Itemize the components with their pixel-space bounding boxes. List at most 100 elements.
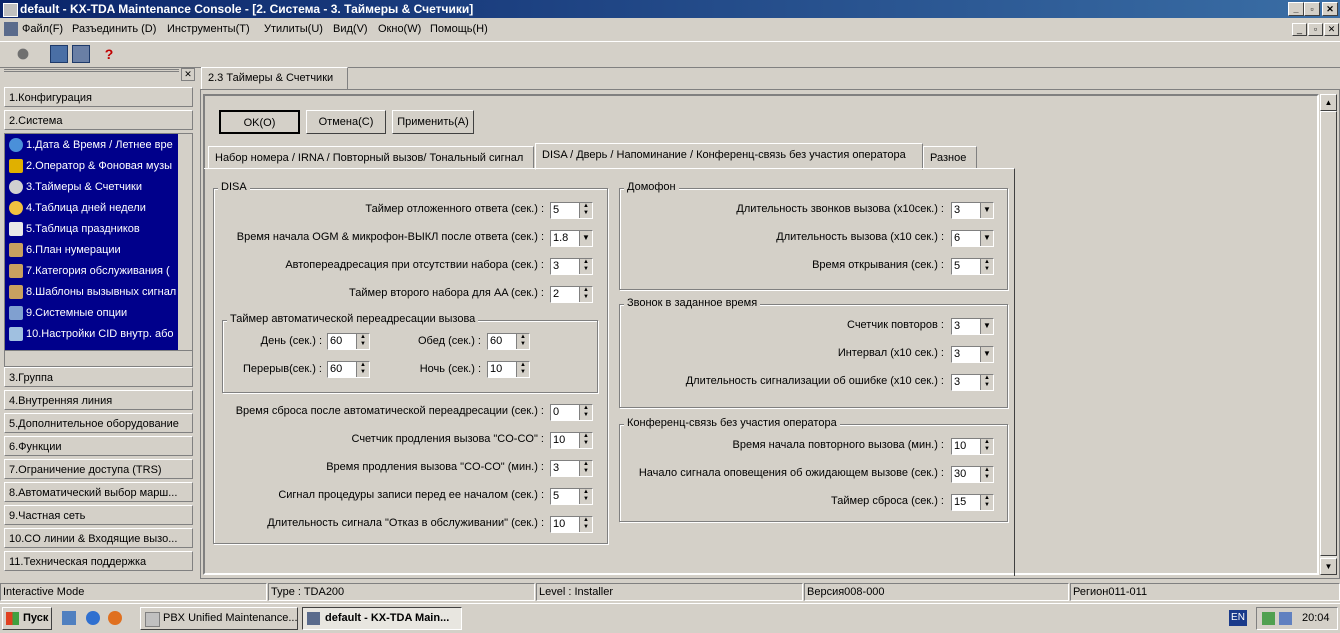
tab-timers-counters[interactable]: 2.3 Таймеры & Счетчики	[201, 67, 348, 90]
nav-extension[interactable]: 4.Внутренняя линия	[4, 390, 193, 410]
tab-misc[interactable]: Разное	[923, 146, 977, 169]
disconnect-icon[interactable]	[14, 45, 32, 63]
coco-time-spinner[interactable]: 3 ▲ ▼	[550, 460, 593, 477]
disa-second-dial-spinner[interactable]: 2 ▲ ▼	[550, 286, 593, 303]
language-indicator[interactable]: EN	[1229, 610, 1247, 626]
spin-arrows-icon[interactable]: ▲ ▼	[579, 461, 592, 476]
spin-arrows-icon[interactable]: ▲ ▼	[980, 259, 993, 274]
submenu-hscrollbar[interactable]	[5, 350, 192, 366]
task-pbx-maintenance[interactable]: PBX Unified Maintenance...	[140, 607, 298, 630]
nav-service-class[interactable]: 7.Категория обслуживания (	[9, 262, 179, 280]
reset-timer-spinner[interactable]: 15 ▲ ▼	[951, 494, 994, 511]
firefox-icon[interactable]	[108, 611, 122, 625]
nav-system[interactable]: 2.Система	[4, 110, 193, 130]
error-alarm-spinner[interactable]: 3 ▲ ▼	[951, 374, 994, 391]
cancel-button[interactable]: Отмена(C)	[306, 110, 386, 134]
interval-combo[interactable]: 3 ▼	[951, 346, 994, 363]
dropdown-arrow-icon[interactable]: ▼	[980, 319, 993, 334]
mdi-close-icon[interactable]: ✕	[1324, 23, 1339, 36]
break-spinner[interactable]: 60 ▲ ▼	[327, 361, 370, 378]
open-time-spinner[interactable]: 5 ▲ ▼	[951, 258, 994, 275]
nav-features[interactable]: 6.Функции	[4, 436, 193, 456]
menu-window[interactable]: Окно(W)	[378, 23, 421, 35]
dropdown-arrow-icon[interactable]: ▼	[980, 203, 993, 218]
spin-arrows-icon[interactable]: ▲ ▼	[980, 439, 993, 454]
task-kx-tda[interactable]: default - KX-TDA Main...	[302, 607, 462, 630]
clock[interactable]: 20:04	[1302, 612, 1330, 624]
spin-arrows-icon[interactable]: ▲ ▼	[516, 334, 529, 349]
disa-ogm-combo[interactable]: 1.8 ▼	[550, 230, 593, 247]
dropdown-arrow-icon[interactable]: ▼	[980, 347, 993, 362]
disa-autoforward-spinner[interactable]: 3 ▲ ▼	[550, 258, 593, 275]
nav-co-lines[interactable]: 10.CO линии & Входящие вызо...	[4, 528, 193, 548]
warning-tone-spinner[interactable]: 30 ▲ ▼	[951, 466, 994, 483]
nav-cid-settings[interactable]: 10.Настройки CID внутр. або	[9, 325, 179, 343]
night-spinner[interactable]: 10 ▲ ▼	[487, 361, 530, 378]
nav-optional-device[interactable]: 5.Дополнительное оборудование	[4, 413, 193, 433]
recall-start-spinner[interactable]: 10 ▲ ▼	[951, 438, 994, 455]
ok-button[interactable]: OK(O)	[219, 110, 300, 134]
nav-timers[interactable]: 3.Таймеры & Счетчики	[9, 178, 179, 196]
nav-maintenance[interactable]: 11.Техническая поддержка	[4, 551, 193, 571]
nav-week-table[interactable]: 4.Таблица дней недели	[9, 199, 179, 217]
day-spinner[interactable]: 60 ▲ ▼	[327, 333, 370, 350]
panel-grip[interactable]	[4, 69, 179, 82]
repeat-counter-combo[interactable]: 3 ▼	[951, 318, 994, 335]
coco-counter-spinner[interactable]: 10 ▲ ▼	[550, 432, 593, 449]
nav-ars[interactable]: 8.Автоматический выбор марш...	[4, 482, 193, 502]
maximize-icon[interactable]: ▫	[1304, 2, 1320, 16]
panel-close-icon[interactable]: ✕	[181, 68, 195, 81]
menu-help[interactable]: Помощь(H)	[430, 23, 488, 35]
scroll-thumb[interactable]	[1320, 111, 1337, 556]
help-icon[interactable]: ?	[100, 45, 118, 63]
lunch-spinner[interactable]: 60 ▲ ▼	[487, 333, 530, 350]
nav-holidays[interactable]: 5.Таблица праздников	[9, 220, 179, 238]
nav-operator-music[interactable]: 2.Оператор & Фоновая музы	[9, 157, 179, 175]
dropdown-arrow-icon[interactable]: ▼	[980, 231, 993, 246]
record-signal-spinner[interactable]: 5 ▲ ▼	[550, 488, 593, 505]
nav-group[interactable]: 3.Группа	[4, 367, 193, 387]
spin-arrows-icon[interactable]: ▲ ▼	[980, 495, 993, 510]
nav-system-options[interactable]: 9.Системные опции	[9, 304, 179, 322]
spin-arrows-icon[interactable]: ▲ ▼	[579, 203, 592, 218]
menu-view[interactable]: Вид(V)	[333, 23, 368, 35]
spin-arrows-icon[interactable]: ▲ ▼	[356, 334, 369, 349]
deny-signal-spinner[interactable]: 10 ▲ ▼	[550, 516, 593, 533]
close-icon[interactable]: ✕	[1322, 2, 1338, 16]
menu-utilities[interactable]: Утилиты(U)	[264, 23, 323, 35]
network-icon-2[interactable]	[1279, 612, 1292, 625]
dropdown-arrow-icon[interactable]: ▼	[579, 231, 592, 246]
nav-numbering[interactable]: 6.План нумерации	[9, 241, 179, 259]
spin-arrows-icon[interactable]: ▲ ▼	[579, 405, 592, 420]
reset-after-forward-spinner[interactable]: 0 ▲ ▼	[550, 404, 593, 421]
nav-ring-patterns[interactable]: 8.Шаблоны вызывных сигнал	[9, 283, 179, 301]
apply-button[interactable]: Применить(A)	[392, 110, 474, 134]
network-icon[interactable]	[1262, 612, 1275, 625]
spin-arrows-icon[interactable]: ▲ ▼	[356, 362, 369, 377]
mdi-restore-icon[interactable]: ▫	[1308, 23, 1323, 36]
tab-disa-door[interactable]: DISA / Дверь / Напоминание / Конференц-с…	[535, 143, 923, 170]
spin-arrows-icon[interactable]: ▲ ▼	[579, 517, 592, 532]
pbx-icon[interactable]	[50, 45, 68, 63]
menu-tools[interactable]: Инструменты(T)	[167, 23, 250, 35]
spin-arrows-icon[interactable]: ▲ ▼	[980, 467, 993, 482]
ring-duration-combo[interactable]: 3 ▼	[951, 202, 994, 219]
submenu-vscrollbar[interactable]	[178, 134, 192, 350]
ie-icon[interactable]	[86, 611, 100, 625]
scroll-down-icon[interactable]: ▼	[1320, 558, 1337, 575]
spin-arrows-icon[interactable]: ▲ ▼	[579, 489, 592, 504]
minimize-icon[interactable]: _	[1288, 2, 1304, 16]
nav-private-network[interactable]: 9.Частная сеть	[4, 505, 193, 525]
nav-configuration[interactable]: 1.Конфигурация	[4, 87, 193, 107]
spin-arrows-icon[interactable]: ▲ ▼	[516, 362, 529, 377]
menu-file[interactable]: Файл(F)	[22, 23, 63, 35]
nav-trs[interactable]: 7.Ограничение доступа (TRS)	[4, 459, 193, 479]
spin-arrows-icon[interactable]: ▲ ▼	[579, 433, 592, 448]
scroll-up-icon[interactable]: ▲	[1320, 94, 1337, 111]
desktop-icon[interactable]	[62, 611, 76, 625]
terminal-icon[interactable]	[72, 45, 90, 63]
nav-date-time[interactable]: 1.Дата & Время / Летнее вре	[9, 136, 179, 154]
content-vscrollbar[interactable]: ▲ ▼	[1320, 94, 1337, 575]
menu-disconnect[interactable]: Разъединить (D)	[72, 23, 156, 35]
start-button[interactable]: Пуск	[2, 607, 52, 630]
